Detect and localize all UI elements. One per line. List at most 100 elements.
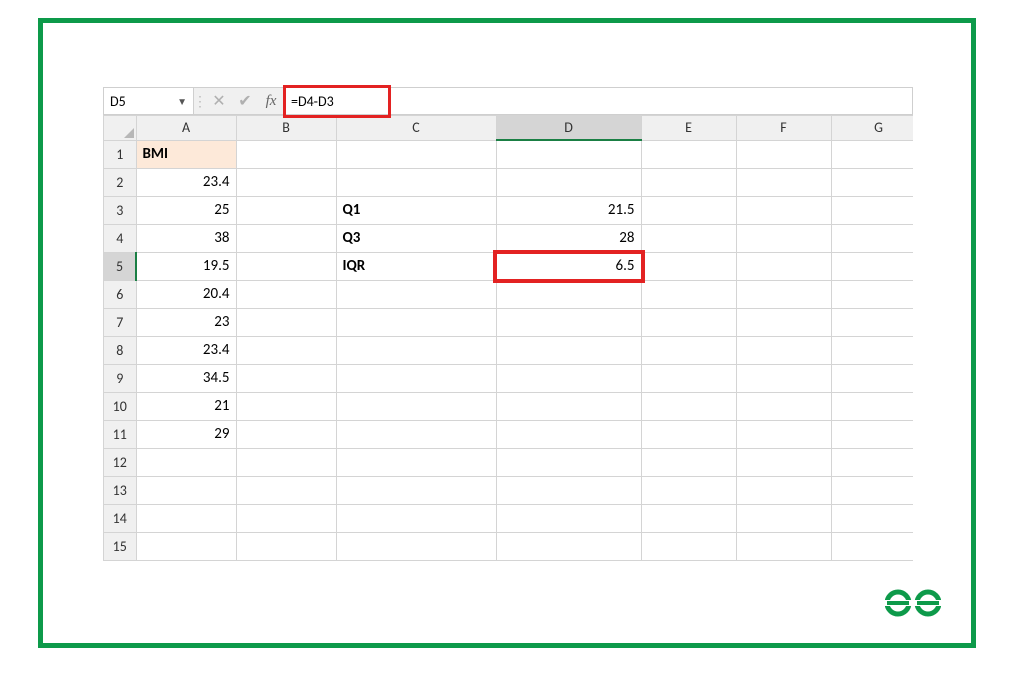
cell-F2[interactable] [736, 168, 831, 196]
cell-C6[interactable] [336, 280, 496, 308]
cell-A15[interactable] [136, 532, 236, 560]
cell-C13[interactable] [336, 476, 496, 504]
cell-F6[interactable] [736, 280, 831, 308]
cell-G12[interactable] [831, 448, 913, 476]
cell-F13[interactable] [736, 476, 831, 504]
cell-A4[interactable]: 38 [136, 224, 236, 252]
cell-F1[interactable] [736, 140, 831, 168]
col-header-G[interactable]: G [831, 116, 913, 140]
cell-A8[interactable]: 23.4 [136, 336, 236, 364]
col-header-D[interactable]: D [496, 116, 641, 140]
cell-G3[interactable] [831, 196, 913, 224]
row-header-10[interactable]: 10 [104, 392, 136, 420]
cell-A12[interactable] [136, 448, 236, 476]
cell-D13[interactable] [496, 476, 641, 504]
cell-B13[interactable] [236, 476, 336, 504]
cell-C10[interactable] [336, 392, 496, 420]
row-header-12[interactable]: 12 [104, 448, 136, 476]
cell-B10[interactable] [236, 392, 336, 420]
cell-A9[interactable]: 34.5 [136, 364, 236, 392]
cell-G11[interactable] [831, 420, 913, 448]
cell-A2[interactable]: 23.4 [136, 168, 236, 196]
cell-C2[interactable] [336, 168, 496, 196]
col-header-C[interactable]: C [336, 116, 496, 140]
cell-E13[interactable] [641, 476, 736, 504]
cell-B14[interactable] [236, 504, 336, 532]
cell-B3[interactable] [236, 196, 336, 224]
row-header-5[interactable]: 5 [104, 252, 136, 280]
cell-F3[interactable] [736, 196, 831, 224]
cell-B9[interactable] [236, 364, 336, 392]
cell-C7[interactable] [336, 308, 496, 336]
cell-F14[interactable] [736, 504, 831, 532]
cell-A3[interactable]: 25 [136, 196, 236, 224]
cell-E12[interactable] [641, 448, 736, 476]
cell-C5[interactable]: IQR [336, 252, 496, 280]
cell-F4[interactable] [736, 224, 831, 252]
cell-A7[interactable]: 23 [136, 308, 236, 336]
cell-A10[interactable]: 21 [136, 392, 236, 420]
cell-A5[interactable]: 19.5 [136, 252, 236, 280]
cell-G4[interactable] [831, 224, 913, 252]
cell-F12[interactable] [736, 448, 831, 476]
cell-D12[interactable] [496, 448, 641, 476]
cell-F9[interactable] [736, 364, 831, 392]
col-header-E[interactable]: E [641, 116, 736, 140]
name-box-dropdown-icon[interactable]: ▼ [177, 95, 187, 108]
cell-B2[interactable] [236, 168, 336, 196]
cell-C3[interactable]: Q1 [336, 196, 496, 224]
row-header-2[interactable]: 2 [104, 168, 136, 196]
cell-B8[interactable] [236, 336, 336, 364]
cancel-button[interactable]: ✕ [206, 88, 232, 114]
cell-D9[interactable] [496, 364, 641, 392]
cell-G9[interactable] [831, 364, 913, 392]
cell-E9[interactable] [641, 364, 736, 392]
cell-D10[interactable] [496, 392, 641, 420]
cell-E1[interactable] [641, 140, 736, 168]
cell-D5[interactable]: 6.5 [496, 252, 641, 280]
cell-F8[interactable] [736, 336, 831, 364]
cell-F7[interactable] [736, 308, 831, 336]
cell-E6[interactable] [641, 280, 736, 308]
row-header-8[interactable]: 8 [104, 336, 136, 364]
cell-E8[interactable] [641, 336, 736, 364]
cell-E11[interactable] [641, 420, 736, 448]
cell-A11[interactable]: 29 [136, 420, 236, 448]
cell-E10[interactable] [641, 392, 736, 420]
cell-B4[interactable] [236, 224, 336, 252]
cell-D11[interactable] [496, 420, 641, 448]
cell-B12[interactable] [236, 448, 336, 476]
cell-E3[interactable] [641, 196, 736, 224]
row-header-4[interactable]: 4 [104, 224, 136, 252]
name-box[interactable]: D5 ▼ [104, 88, 194, 114]
cell-G10[interactable] [831, 392, 913, 420]
cell-D15[interactable] [496, 532, 641, 560]
cell-C14[interactable] [336, 504, 496, 532]
col-header-B[interactable]: B [236, 116, 336, 140]
cell-G1[interactable] [831, 140, 913, 168]
cell-G6[interactable] [831, 280, 913, 308]
cell-B5[interactable] [236, 252, 336, 280]
cell-D3[interactable]: 21.5 [496, 196, 641, 224]
cell-F15[interactable] [736, 532, 831, 560]
row-header-15[interactable]: 15 [104, 532, 136, 560]
cell-E15[interactable] [641, 532, 736, 560]
cell-D6[interactable] [496, 280, 641, 308]
formula-input[interactable]: =D4-D3 [284, 88, 912, 114]
spreadsheet-grid[interactable]: A B C D E F G 1 BMI [103, 115, 913, 561]
row-header-6[interactable]: 6 [104, 280, 136, 308]
cell-D1[interactable] [496, 140, 641, 168]
cell-D2[interactable] [496, 168, 641, 196]
row-header-14[interactable]: 14 [104, 504, 136, 532]
cell-B15[interactable] [236, 532, 336, 560]
cell-G14[interactable] [831, 504, 913, 532]
fx-icon[interactable]: fx [258, 88, 284, 114]
cell-D7[interactable] [496, 308, 641, 336]
row-header-13[interactable]: 13 [104, 476, 136, 504]
cell-G2[interactable] [831, 168, 913, 196]
cell-A6[interactable]: 20.4 [136, 280, 236, 308]
cell-D8[interactable] [496, 336, 641, 364]
cell-G8[interactable] [831, 336, 913, 364]
cell-B1[interactable] [236, 140, 336, 168]
cell-C9[interactable] [336, 364, 496, 392]
